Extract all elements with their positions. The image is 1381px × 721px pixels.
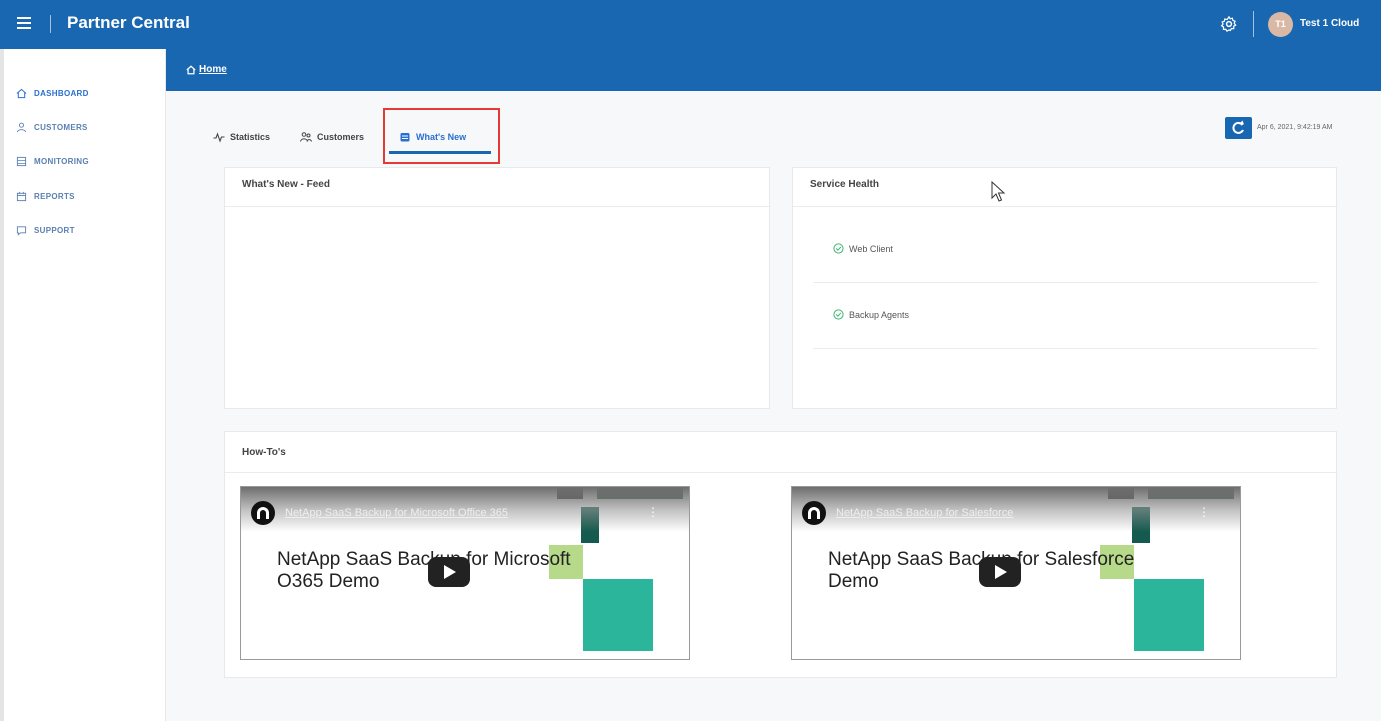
mouse-cursor-icon xyxy=(991,181,1006,202)
sidebar-item-monitoring[interactable]: MONITORING xyxy=(16,156,89,167)
sidebar-item-dashboard[interactable]: DASHBOARD xyxy=(16,88,89,99)
tab-statistics[interactable]: Statistics xyxy=(213,131,270,143)
netapp-logo-icon xyxy=(802,501,826,525)
more-options-icon[interactable]: ⋮ xyxy=(1198,505,1210,519)
row-divider xyxy=(813,348,1318,349)
refresh-button[interactable] xyxy=(1225,117,1252,139)
card-title: Service Health xyxy=(810,179,879,190)
sidebar-item-label: DASHBOARD xyxy=(34,89,89,98)
play-icon[interactable] xyxy=(428,557,470,587)
video-header-title[interactable]: NetApp SaaS Backup for Salesforce xyxy=(836,507,1013,519)
tab-customers[interactable]: Customers xyxy=(300,131,364,143)
health-item-backup-agents: Backup Agents xyxy=(833,309,909,320)
card-divider xyxy=(225,206,771,207)
sidebar-item-label: REPORTS xyxy=(34,192,75,201)
refresh-icon xyxy=(1232,120,1244,134)
breadcrumb-home[interactable]: Home xyxy=(199,64,227,75)
activity-icon xyxy=(213,132,225,143)
user-name[interactable]: Test 1 Cloud xyxy=(1300,18,1359,29)
card-title: What's New - Feed xyxy=(242,179,330,190)
health-item-web-client: Web Client xyxy=(833,243,893,254)
sidebar-item-label: CUSTOMERS xyxy=(34,123,88,132)
calendar-icon xyxy=(16,191,27,202)
check-circle-icon xyxy=(833,309,844,320)
sidebar: DASHBOARD CUSTOMERS MONITORING REPORTS S… xyxy=(0,49,169,721)
hamburger-menu-icon[interactable] xyxy=(17,17,31,29)
service-health-card: Service Health Web Client Backup Agents xyxy=(792,167,1338,409)
health-item-label: Web Client xyxy=(849,243,893,254)
tab-label: Customers xyxy=(317,132,365,142)
top-bar: Partner Central T1 Test 1 Cloud xyxy=(0,0,1381,49)
video-player-salesforce[interactable]: NetApp SaaS Backup for Salesforce ⋮ NetA… xyxy=(791,486,1241,660)
users-icon xyxy=(300,132,312,142)
sidebar-item-reports[interactable]: REPORTS xyxy=(16,191,75,202)
check-circle-icon xyxy=(833,243,844,254)
main-content: Statistics Customers What's New Apr 6, 2… xyxy=(166,91,1381,721)
breadcrumb-bar: Home xyxy=(166,49,1381,91)
home-icon xyxy=(16,88,27,99)
card-divider xyxy=(793,206,1338,207)
netapp-logo-icon xyxy=(251,501,275,525)
whats-new-feed-card: What's New - Feed xyxy=(224,167,771,409)
title-separator xyxy=(50,15,51,33)
avatar[interactable]: T1 xyxy=(1268,12,1293,37)
tab-highlight-box xyxy=(383,108,500,164)
more-options-icon[interactable]: ⋮ xyxy=(647,505,659,519)
video-player-office365[interactable]: NetApp SaaS Backup for Microsoft Office … xyxy=(240,486,690,660)
chat-icon xyxy=(16,226,27,236)
sidebar-item-label: MONITORING xyxy=(34,157,89,166)
play-icon[interactable] xyxy=(979,557,1021,587)
sidebar-item-customers[interactable]: CUSTOMERS xyxy=(16,122,88,133)
sidebar-item-label: SUPPORT xyxy=(34,226,75,235)
video-header-title[interactable]: NetApp SaaS Backup for Microsoft Office … xyxy=(285,507,508,519)
breadcrumb[interactable]: Home xyxy=(186,64,227,75)
gear-icon[interactable] xyxy=(1220,15,1238,33)
card-divider xyxy=(225,472,1338,473)
row-divider xyxy=(813,282,1318,283)
tab-label: Statistics xyxy=(230,132,271,142)
header-separator xyxy=(1253,11,1254,37)
app-title: Partner Central xyxy=(67,13,190,32)
person-icon xyxy=(16,122,27,133)
monitor-icon xyxy=(16,156,27,167)
home-icon xyxy=(186,64,196,74)
last-refresh-timestamp: Apr 6, 2021, 9:42:19 AM xyxy=(1257,124,1333,131)
health-item-label: Backup Agents xyxy=(849,309,910,320)
card-title: How-To's xyxy=(242,447,286,458)
sidebar-item-support[interactable]: SUPPORT xyxy=(16,225,75,236)
